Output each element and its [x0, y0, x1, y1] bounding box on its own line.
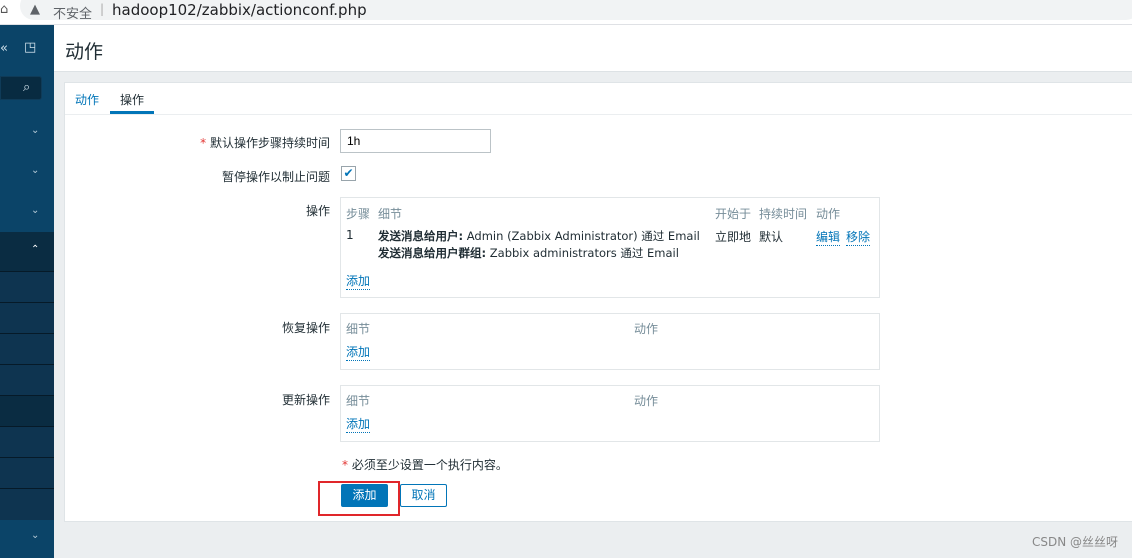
sidebar-section-active[interactable]: ⌃ [0, 232, 54, 272]
col-action: 动作 [634, 322, 659, 336]
home-icon[interactable]: ⌂ [0, 2, 8, 17]
sidebar: « ◳ ⌕ ⌄ ⌄ ⌄ ⌃ ⌄ [0, 25, 54, 558]
tab-action[interactable]: 动作 [75, 91, 99, 108]
recovery-table: 细节 动作 添加 [340, 313, 880, 370]
col-detail: 细节 [346, 394, 371, 408]
pause-label: 暂停操作以制止问题 [221, 170, 330, 184]
operations-label: 操作 [305, 204, 330, 218]
update-label: 更新操作 [281, 393, 330, 407]
url-text[interactable]: hadoop102/zabbix/actionconf.php [112, 1, 367, 19]
col-detail: 细节 [378, 207, 403, 221]
operations-table: 步骤 细节 开始于 持续时间 动作 1 发送消息给用户: Admin (Zabb… [340, 197, 880, 298]
duration-label: * 默认操作步骤持续时间 [200, 136, 330, 150]
edit-link[interactable]: 编辑 [816, 228, 841, 246]
update-table: 细节 动作 添加 [340, 385, 880, 442]
page-header: 动作 [54, 25, 1132, 72]
step-value: 1 [346, 228, 354, 242]
col-duration: 持续时间 [759, 207, 808, 221]
chevron-down-icon[interactable]: ⌄ [31, 125, 39, 136]
col-detail: 细节 [346, 322, 371, 336]
insecure-label: 不安全 [53, 7, 93, 22]
chevron-down-icon[interactable]: ⌄ [31, 205, 39, 216]
watermark: CSDN @丝丝呀 [1031, 535, 1118, 549]
detail-line-2: 发送消息给用户群组: Zabbix administrators 通过 Emai… [378, 246, 679, 260]
tab-operations[interactable]: 操作 [110, 91, 154, 114]
sidebar-subitem-active[interactable] [0, 396, 54, 427]
sidebar-subitem[interactable] [0, 489, 54, 520]
add-button[interactable]: 添加 [341, 484, 388, 507]
sidebar-subitem[interactable] [0, 365, 54, 396]
sidebar-subitem[interactable] [0, 427, 54, 458]
sidebar-subitem[interactable] [0, 458, 54, 489]
chevron-down-icon[interactable]: ⌄ [31, 530, 39, 541]
detail-line-1: 发送消息给用户: Admin (Zabbix Administrator) 通过… [378, 229, 700, 243]
chevron-down-icon[interactable]: ⌄ [31, 165, 39, 176]
collapse-icon[interactable]: « [0, 41, 8, 56]
add-operation-link[interactable]: 添加 [346, 272, 371, 290]
col-action: 动作 [634, 394, 659, 408]
sidebar-subitem[interactable] [0, 334, 54, 365]
col-start: 开始于 [715, 207, 752, 221]
remove-link[interactable]: 移除 [846, 228, 871, 246]
col-action: 动作 [816, 207, 841, 221]
page-title: 动作 [65, 41, 104, 63]
sidebar-subitem[interactable] [0, 272, 54, 303]
required-note: * 必须至少设置一个执行内容。 [342, 458, 508, 472]
cancel-button[interactable]: 取消 [400, 484, 447, 507]
warning-icon[interactable]: ▲ [30, 2, 40, 17]
add-recovery-link[interactable]: 添加 [346, 343, 371, 361]
duration-input[interactable] [340, 129, 491, 153]
chevron-up-icon: ⌃ [31, 244, 40, 255]
sidebar-search[interactable]: ⌕ [0, 76, 42, 100]
divider: | [100, 2, 105, 16]
start-value: 立即地 [715, 230, 752, 244]
sidebar-subitem[interactable] [0, 303, 54, 334]
browser-address-bar: ⌂ ▲ 不安全 | hadoop102/zabbix/actionconf.ph… [0, 0, 1132, 25]
recovery-label: 恢复操作 [281, 321, 330, 335]
search-icon[interactable]: ⌕ [23, 80, 30, 95]
duration-value: 默认 [759, 230, 784, 244]
tab-bar: 动作 操作 [65, 83, 1132, 115]
kiosk-icon[interactable]: ◳ [24, 40, 36, 55]
add-update-link[interactable]: 添加 [346, 415, 371, 433]
col-step: 步骤 [346, 207, 371, 221]
pause-checkbox[interactable]: ✔ [341, 166, 356, 181]
form-panel: 动作 操作 * 默认操作步骤持续时间 暂停操作以制止问题 ✔ 操作 步骤 细节 … [64, 82, 1132, 522]
